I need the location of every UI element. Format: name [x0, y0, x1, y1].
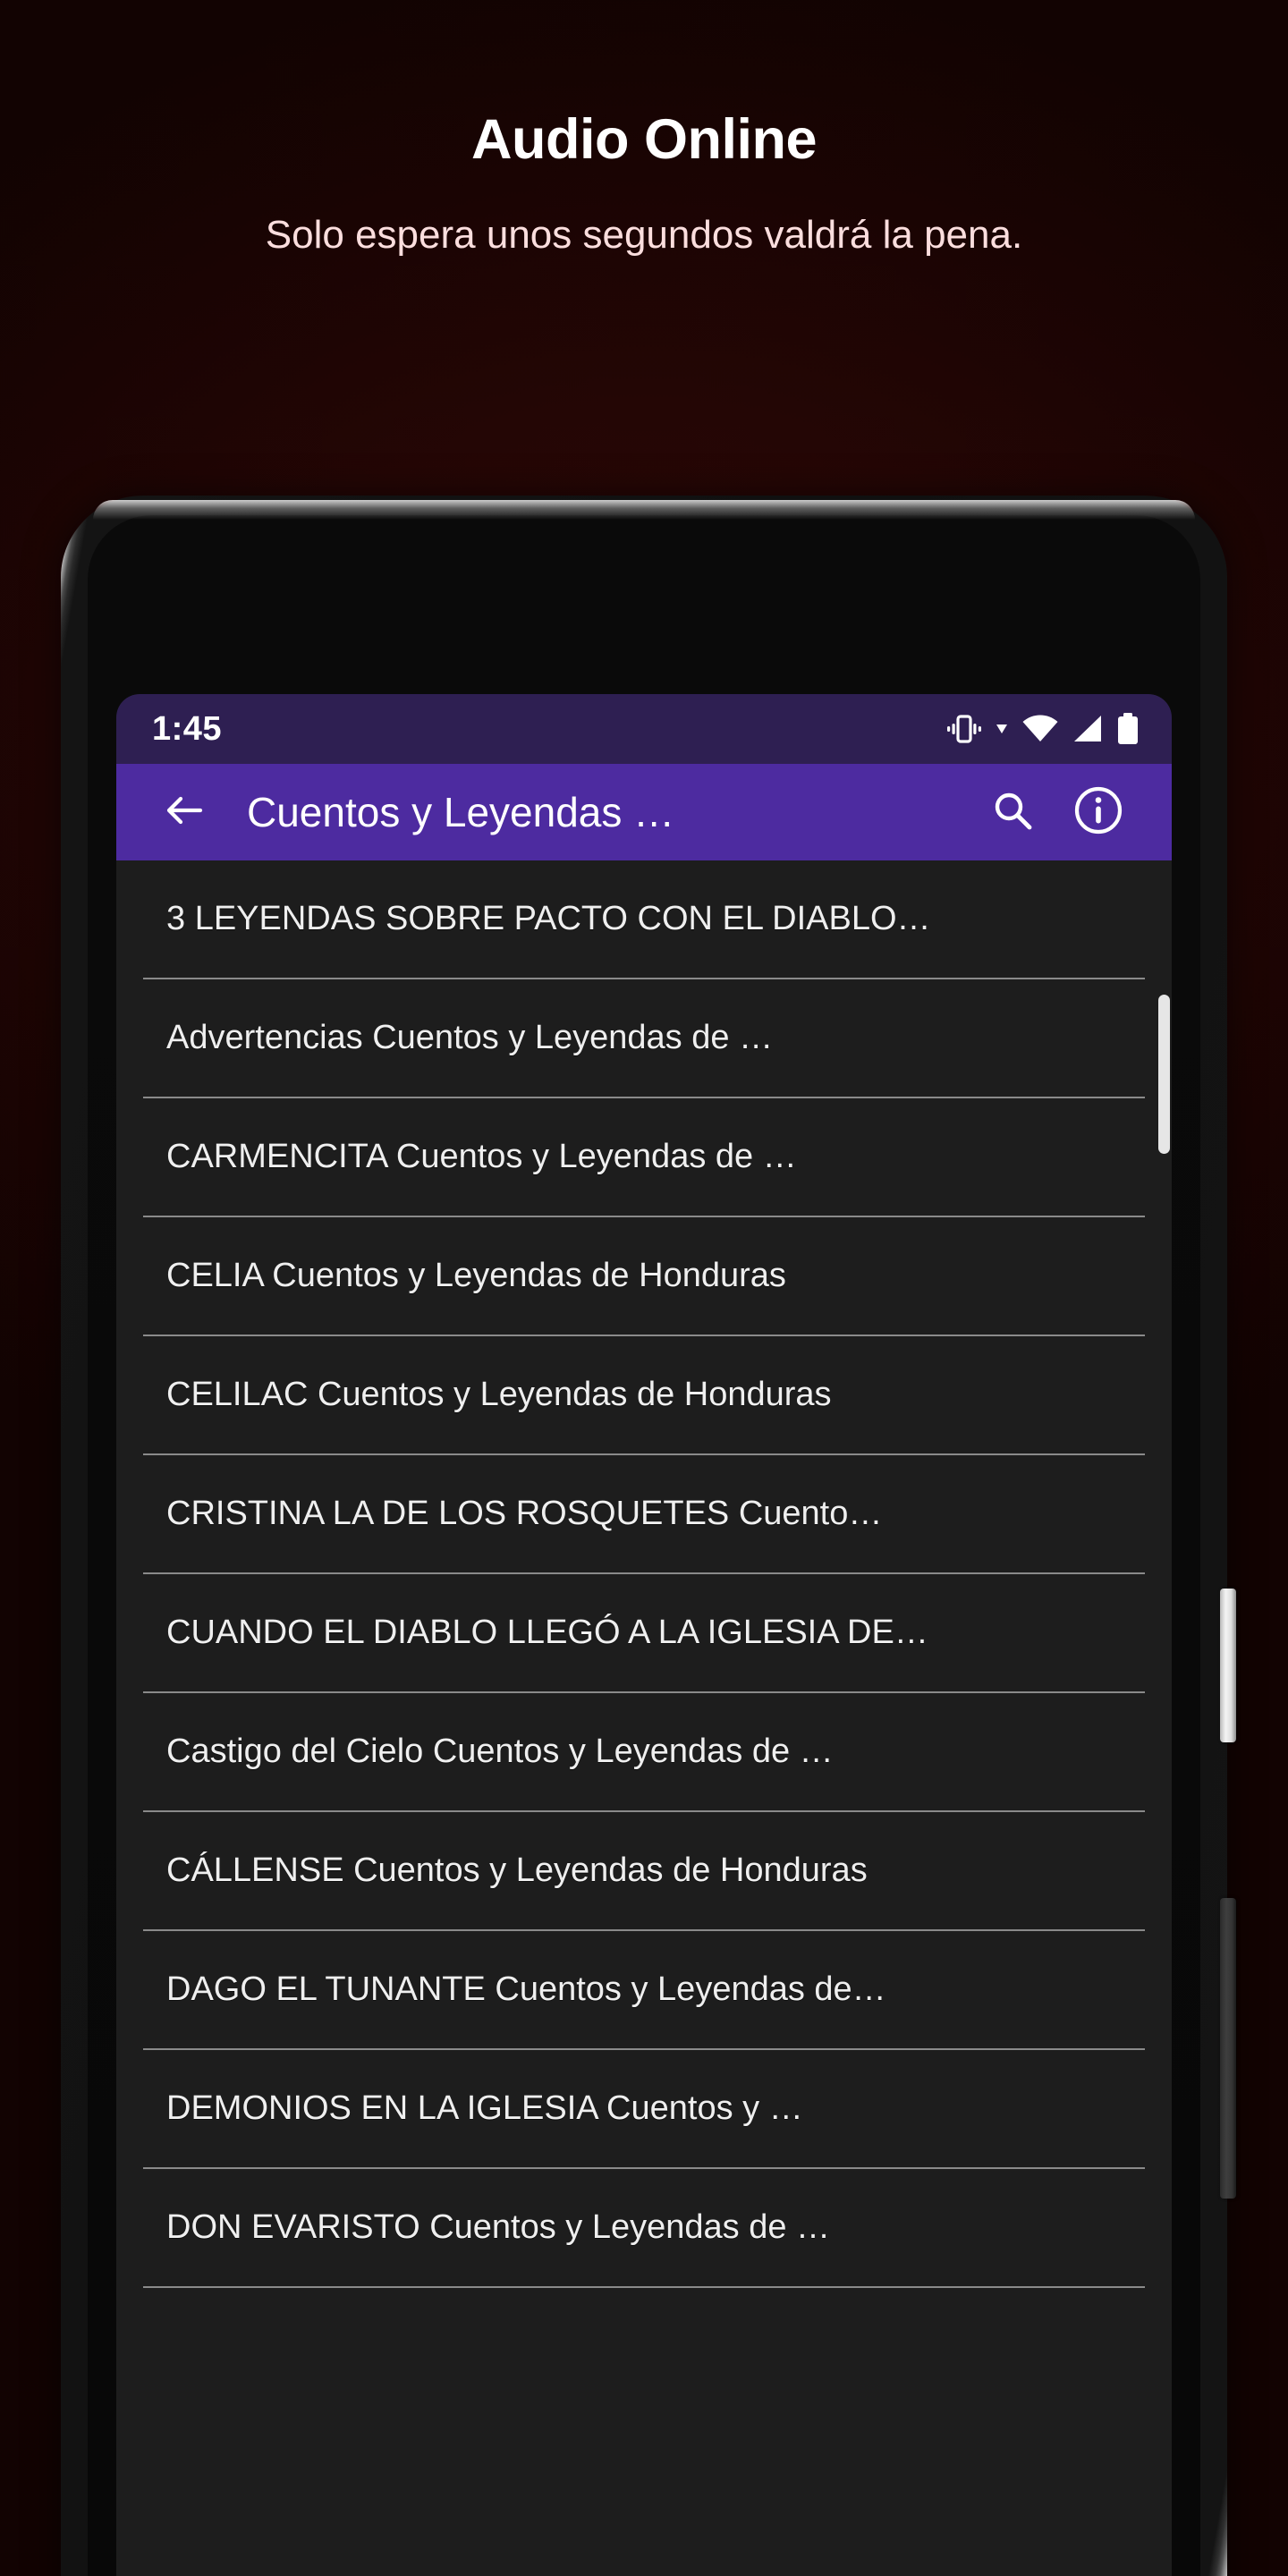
- battery-icon: [1116, 713, 1140, 745]
- list-item[interactable]: CÁLLENSE Cuentos y Leyendas de Honduras: [143, 1812, 1145, 1931]
- list-item-label: DON EVARISTO Cuentos y Leyendas de …: [166, 2208, 831, 2246]
- audio-list[interactable]: 3 LEYENDAS SOBRE PACTO CON EL DIABLO… Ad…: [116, 860, 1172, 2576]
- app-bar-title: Cuentos y Leyendas …: [247, 789, 675, 835]
- promo-title: Audio Online: [471, 108, 817, 171]
- list-item[interactable]: 3 LEYENDAS SOBRE PACTO CON EL DIABLO…: [143, 860, 1145, 979]
- dropdown-arrow-icon: [995, 714, 1009, 744]
- list-item[interactable]: CUANDO EL DIABLO LLEGÓ A LA IGLESIA DE…: [143, 1574, 1145, 1693]
- list-item[interactable]: CELIA Cuentos y Leyendas de Honduras: [143, 1217, 1145, 1336]
- list-item[interactable]: CELILAC Cuentos y Leyendas de Honduras: [143, 1336, 1145, 1455]
- list-item-label: CELILAC Cuentos y Leyendas de Honduras: [166, 1376, 832, 1413]
- promo-header: Audio Online Solo espera unos segundos v…: [0, 0, 1288, 261]
- list-item-label: DEMONIOS EN LA IGLESIA Cuentos y …: [166, 2089, 803, 2127]
- list-item-label: Castigo del Cielo Cuentos y Leyendas de …: [166, 1733, 834, 1770]
- status-bar: 1:45: [116, 694, 1172, 764]
- info-button[interactable]: [1055, 769, 1141, 855]
- power-button[interactable]: [1220, 1589, 1236, 1742]
- list-item[interactable]: CRISTINA LA DE LOS ROSQUETES Cuento…: [143, 1455, 1145, 1574]
- list-item[interactable]: DEMONIOS EN LA IGLESIA Cuentos y …: [143, 2050, 1145, 2169]
- status-bar-clock: 1:45: [152, 709, 223, 748]
- list-item-label: CELIA Cuentos y Leyendas de Honduras: [166, 1257, 786, 1294]
- vibrate-icon: [946, 714, 982, 744]
- back-button[interactable]: [141, 769, 227, 855]
- list-item-label: CARMENCITA Cuentos y Leyendas de …: [166, 1138, 797, 1175]
- info-icon: [1072, 784, 1124, 841]
- phone-screen: 1:45 Cuentos y Leyendas … 3 LEYENDAS SOB…: [116, 694, 1172, 2576]
- list-item-label: CRISTINA LA DE LOS ROSQUETES Cuento…: [166, 1495, 883, 1532]
- status-bar-icons: [946, 713, 1140, 745]
- search-button[interactable]: [970, 769, 1055, 855]
- list-item[interactable]: DON EVARISTO Cuentos y Leyendas de …: [143, 2169, 1145, 2288]
- list-item[interactable]: DAGO EL TUNANTE Cuentos y Leyendas de…: [143, 1931, 1145, 2050]
- list-item-label: DAGO EL TUNANTE Cuentos y Leyendas de…: [166, 1970, 886, 2008]
- list-item-label: 3 LEYENDAS SOBRE PACTO CON EL DIABLO…: [166, 900, 931, 937]
- list-item-label: Advertencias Cuentos y Leyendas de …: [166, 1019, 774, 1056]
- list-item-label: CÁLLENSE Cuentos y Leyendas de Honduras: [166, 1852, 868, 1889]
- list-item[interactable]: Advertencias Cuentos y Leyendas de …: [143, 979, 1145, 1098]
- app-bar: Cuentos y Leyendas …: [116, 764, 1172, 860]
- wifi-icon: [1021, 714, 1059, 744]
- back-arrow-icon: [161, 787, 208, 838]
- list-item[interactable]: Castigo del Cielo Cuentos y Leyendas de …: [143, 1693, 1145, 1812]
- list-scrollbar-thumb[interactable]: [1158, 995, 1170, 1154]
- list-item[interactable]: CARMENCITA Cuentos y Leyendas de …: [143, 1098, 1145, 1217]
- cellular-signal-icon: [1072, 714, 1104, 744]
- search-icon: [990, 788, 1035, 837]
- volume-rocker-button[interactable]: [1220, 1898, 1236, 2199]
- list-item-label: CUANDO EL DIABLO LLEGÓ A LA IGLESIA DE…: [166, 1614, 928, 1651]
- promo-subtitle: Solo espera unos segundos valdrá la pena…: [265, 213, 1023, 258]
- phone-mockup: 1:45 Cuentos y Leyendas … 3 LEYENDAS SOB…: [61, 496, 1236, 2576]
